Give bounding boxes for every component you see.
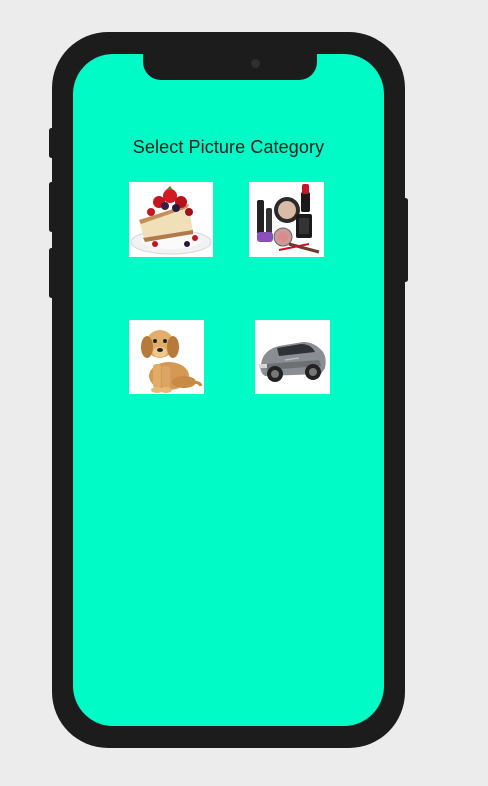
category-tile-cake[interactable]: [129, 182, 213, 257]
dog-icon: [141, 330, 203, 393]
phone-notch: [143, 54, 317, 80]
category-tile-makeup[interactable]: [249, 182, 324, 257]
car-icon: [259, 342, 326, 382]
app-screen: Select Picture Category: [73, 54, 384, 726]
camera-icon: [251, 59, 260, 68]
cake-icon: [130, 186, 212, 255]
makeup-icon: [257, 184, 320, 254]
category-tile-dog[interactable]: [129, 320, 204, 394]
page-title: Select Picture Category: [132, 137, 325, 157]
category-tile-car[interactable]: [255, 320, 330, 394]
